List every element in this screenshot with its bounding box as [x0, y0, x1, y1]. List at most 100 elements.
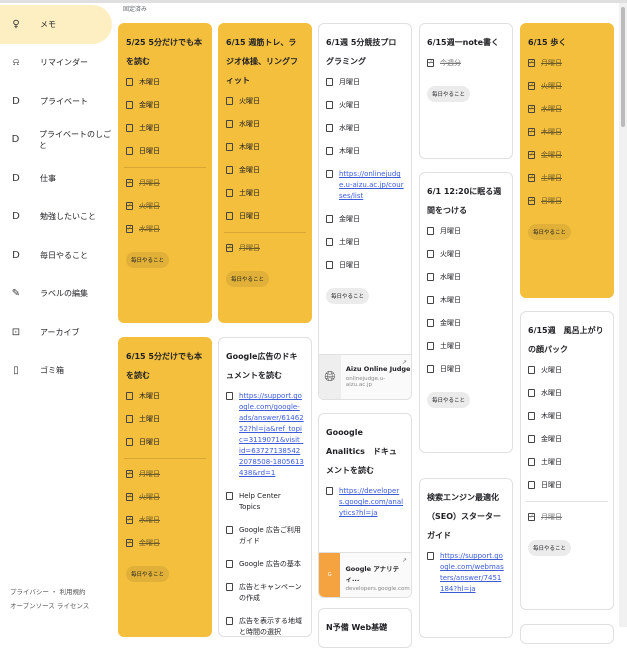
checkbox[interactable]	[326, 124, 333, 132]
checked-checkbox[interactable]: ✓	[528, 82, 535, 90]
checked-checkbox[interactable]: ✓	[126, 202, 133, 210]
checkbox[interactable]	[126, 415, 133, 423]
link[interactable]: https://developers.google.com/analytics?…	[339, 486, 404, 519]
label-chip[interactable]: 毎日やること	[226, 271, 270, 287]
checked-checkbox[interactable]: ✓	[126, 493, 133, 501]
checked-checkbox[interactable]: ✓	[126, 470, 133, 478]
checkbox[interactable]	[126, 101, 133, 109]
checkbox[interactable]	[226, 526, 233, 534]
link[interactable]: https://onlinejudge.u-aizu.ac.jp/courses…	[339, 169, 404, 202]
note-card[interactable]: 6/15週 風呂上がりの顔パック 火曜日 水曜日 木曜日 金曜日 土曜日 日曜日 ✓ 月曜日 毎日…	[520, 311, 614, 610]
checkbox[interactable]	[427, 319, 434, 327]
scrollbar-thumb[interactable]	[621, 7, 625, 127]
checkbox[interactable]	[226, 97, 233, 105]
checkbox[interactable]	[226, 120, 233, 128]
link-preview[interactable]: G Google アナリティ... developers.google.com ↗	[319, 552, 411, 597]
checked-checkbox[interactable]: ✓	[528, 197, 535, 205]
checkbox[interactable]	[427, 273, 434, 281]
checked-checkbox[interactable]: ✓	[528, 513, 535, 521]
checkbox[interactable]	[528, 389, 535, 397]
note-card[interactable]: 5/25 5分だけでも本を読む 木曜日 金曜日 土曜日 日曜日 ✓ 月曜日 ✓ 火曜日 ✓ 水曜日毎…	[118, 23, 212, 323]
checkbox[interactable]	[326, 261, 333, 269]
checkbox[interactable]	[528, 481, 535, 489]
checkbox[interactable]	[326, 78, 333, 86]
scrollbar[interactable]	[619, 3, 627, 627]
sidebar-item-2[interactable]: D プライベート	[0, 82, 112, 121]
checked-checkbox[interactable]: ✓	[528, 59, 535, 67]
label-chip[interactable]: 毎日やること	[427, 392, 471, 408]
sidebar-item-5[interactable]: D 勉強したいこと	[0, 198, 112, 237]
checkbox[interactable]	[226, 143, 233, 151]
checkbox[interactable]	[226, 617, 233, 625]
label-chip[interactable]: 毎日やること	[326, 288, 370, 304]
checkbox[interactable]	[226, 189, 233, 197]
label-chip[interactable]: 毎日やること	[126, 566, 170, 582]
checkbox[interactable]	[326, 147, 333, 155]
sidebar-item-6[interactable]: D 毎日やること	[0, 236, 112, 275]
link-preview[interactable]: 🌐︎ Aizu Online Judge onlinejudge.u-aizu.ac…	[319, 354, 411, 399]
note-card[interactable]: 検索エンジン最適化（SEO）スターター ガイド https://support.g…	[419, 478, 513, 638]
checkbox[interactable]	[528, 458, 535, 466]
open-external-icon[interactable]: ↗	[402, 557, 407, 564]
checked-checkbox[interactable]: ✓	[226, 244, 233, 252]
checkbox[interactable]	[126, 438, 133, 446]
checked-checkbox[interactable]: ✓	[427, 59, 434, 67]
sidebar-item-4[interactable]: D 仕事	[0, 159, 112, 198]
label-chip[interactable]: 毎日やること	[427, 86, 471, 102]
checkbox[interactable]	[427, 296, 434, 304]
link[interactable]: https://support.google.com/google-ads/an…	[239, 391, 304, 479]
checked-checkbox[interactable]: ✓	[126, 179, 133, 187]
note-card[interactable]: Google広告のドキュメントを読む https://support.google…	[218, 337, 312, 637]
sidebar-item-8[interactable]: ⊡ アーカイブ	[0, 313, 112, 352]
label-chip[interactable]: 毎日やること	[528, 224, 572, 240]
note-card[interactable]: 6/15 歩く ✓ 月曜日 ✓ 火曜日 ✓ 水曜日 ✓ 木曜日 ✓ 金曜日 ✓ 土曜日 ✓ 日曜日 毎日やるこ…	[520, 23, 614, 298]
checked-checkbox[interactable]: ✓	[126, 225, 133, 233]
checkbox[interactable]	[226, 166, 233, 174]
open-external-icon[interactable]: ↗	[402, 359, 407, 366]
checkbox[interactable]	[427, 227, 434, 235]
checkbox[interactable]	[126, 147, 133, 155]
label-chip[interactable]: 毎日やること	[528, 540, 572, 556]
sidebar-item-3[interactable]: D プライベートのしごと	[0, 121, 112, 160]
note-card[interactable]: 6/1週 5分競技プログラミング 月曜日 火曜日 水曜日 木曜日 https://onli…	[318, 23, 412, 400]
checkbox[interactable]	[226, 212, 233, 220]
checkbox[interactable]	[326, 487, 333, 495]
checkbox[interactable]	[126, 78, 133, 86]
checkbox[interactable]	[126, 124, 133, 132]
checked-checkbox[interactable]: ✓	[528, 128, 535, 136]
note-card[interactable]: N予備 Web基礎	[318, 608, 412, 648]
checked-checkbox[interactable]: ✓	[126, 516, 133, 524]
checked-checkbox[interactable]: ✓	[126, 539, 133, 547]
checked-checkbox[interactable]: ✓	[528, 151, 535, 159]
checkbox[interactable]	[326, 101, 333, 109]
checkbox[interactable]	[326, 238, 333, 246]
note-card[interactable]	[520, 624, 614, 644]
checkbox[interactable]	[528, 366, 535, 374]
label-chip[interactable]: 毎日やること	[126, 252, 170, 268]
checkbox[interactable]	[226, 392, 233, 400]
link[interactable]: https://support.google.com/webmasters/an…	[440, 551, 505, 595]
checkbox[interactable]	[226, 492, 233, 500]
checkbox[interactable]	[427, 552, 434, 560]
note-card[interactable]: 6/15 5分だけでも本を読む 木曜日 土曜日 日曜日 ✓ 月曜日 ✓ 火曜日 ✓ 水曜日 ✓ 金曜日…	[118, 337, 212, 637]
privacy-terms-link[interactable]: プライバシー ・ 利用規約	[10, 585, 89, 599]
checkbox[interactable]	[126, 392, 133, 400]
checkbox[interactable]	[326, 170, 333, 178]
checked-checkbox[interactable]: ✓	[528, 105, 535, 113]
sidebar-item-0[interactable]: ♀ メモ	[0, 5, 112, 44]
checkbox[interactable]	[427, 365, 434, 373]
sidebar-item-9[interactable]: ▯ ゴミ箱	[0, 352, 112, 391]
checkbox[interactable]	[427, 250, 434, 258]
open-source-license-link[interactable]: オープンソース ライセンス	[10, 599, 89, 613]
checkbox[interactable]	[226, 583, 233, 591]
checkbox[interactable]	[226, 560, 233, 568]
checked-checkbox[interactable]: ✓	[528, 174, 535, 182]
checkbox[interactable]	[528, 435, 535, 443]
note-card[interactable]: Gooogle Analitics ドキュメントを読む https://devel…	[318, 413, 412, 598]
note-card[interactable]: 6/1 12:20に眠る週間をつける 月曜日 火曜日 水曜日 木曜日 金曜日 土曜日 日曜日毎…	[419, 172, 513, 453]
checkbox[interactable]	[326, 215, 333, 223]
sidebar-item-7[interactable]: ✎ ラベルの編集	[0, 275, 112, 314]
sidebar-item-1[interactable]: ⍾ リマインダー	[0, 44, 112, 83]
note-card[interactable]: 6/15 週筋トレ、ラジオ体操、リングフィット 火曜日 水曜日 木曜日 金曜日 土曜日 日曜…	[218, 23, 312, 323]
checkbox[interactable]	[427, 342, 434, 350]
